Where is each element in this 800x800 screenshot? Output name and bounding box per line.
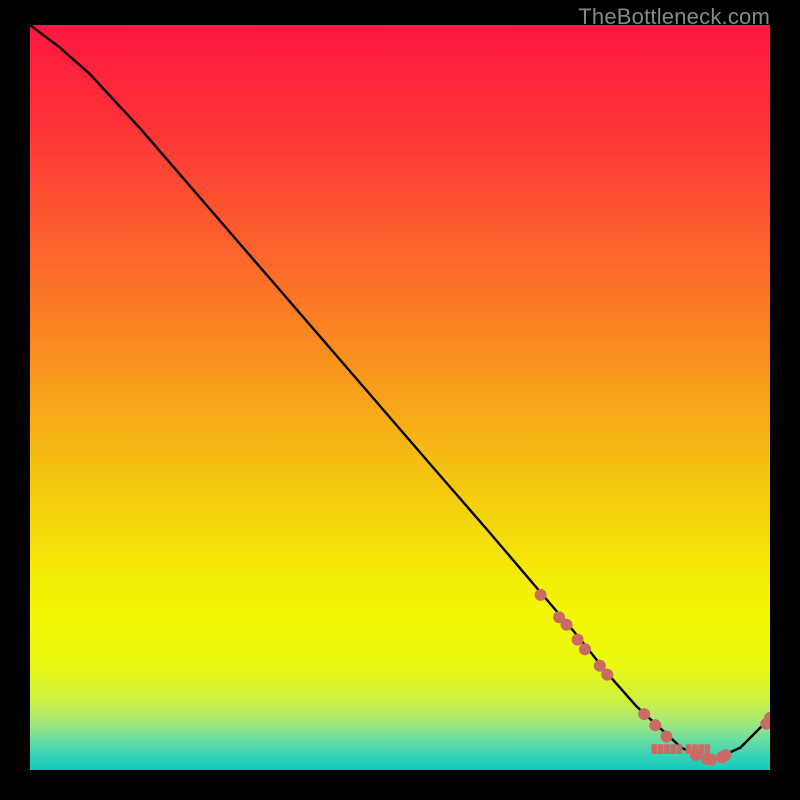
attribution-label: TheBottleneck.com bbox=[578, 4, 770, 30]
data-marker bbox=[601, 669, 613, 681]
series-label: █████ ████ bbox=[652, 743, 711, 754]
data-marker bbox=[561, 619, 573, 631]
data-marker bbox=[638, 708, 650, 720]
data-marker bbox=[705, 754, 717, 766]
data-marker bbox=[720, 749, 732, 761]
data-marker bbox=[579, 643, 591, 655]
bottleneck-chart: █████ ████ bbox=[30, 25, 770, 770]
chart-stage: █████ ████ TheBottleneck.com bbox=[0, 0, 800, 800]
data-marker bbox=[535, 589, 547, 601]
data-marker bbox=[572, 634, 584, 646]
data-marker bbox=[660, 730, 672, 742]
data-marker bbox=[649, 719, 661, 731]
chart-background bbox=[30, 25, 770, 770]
